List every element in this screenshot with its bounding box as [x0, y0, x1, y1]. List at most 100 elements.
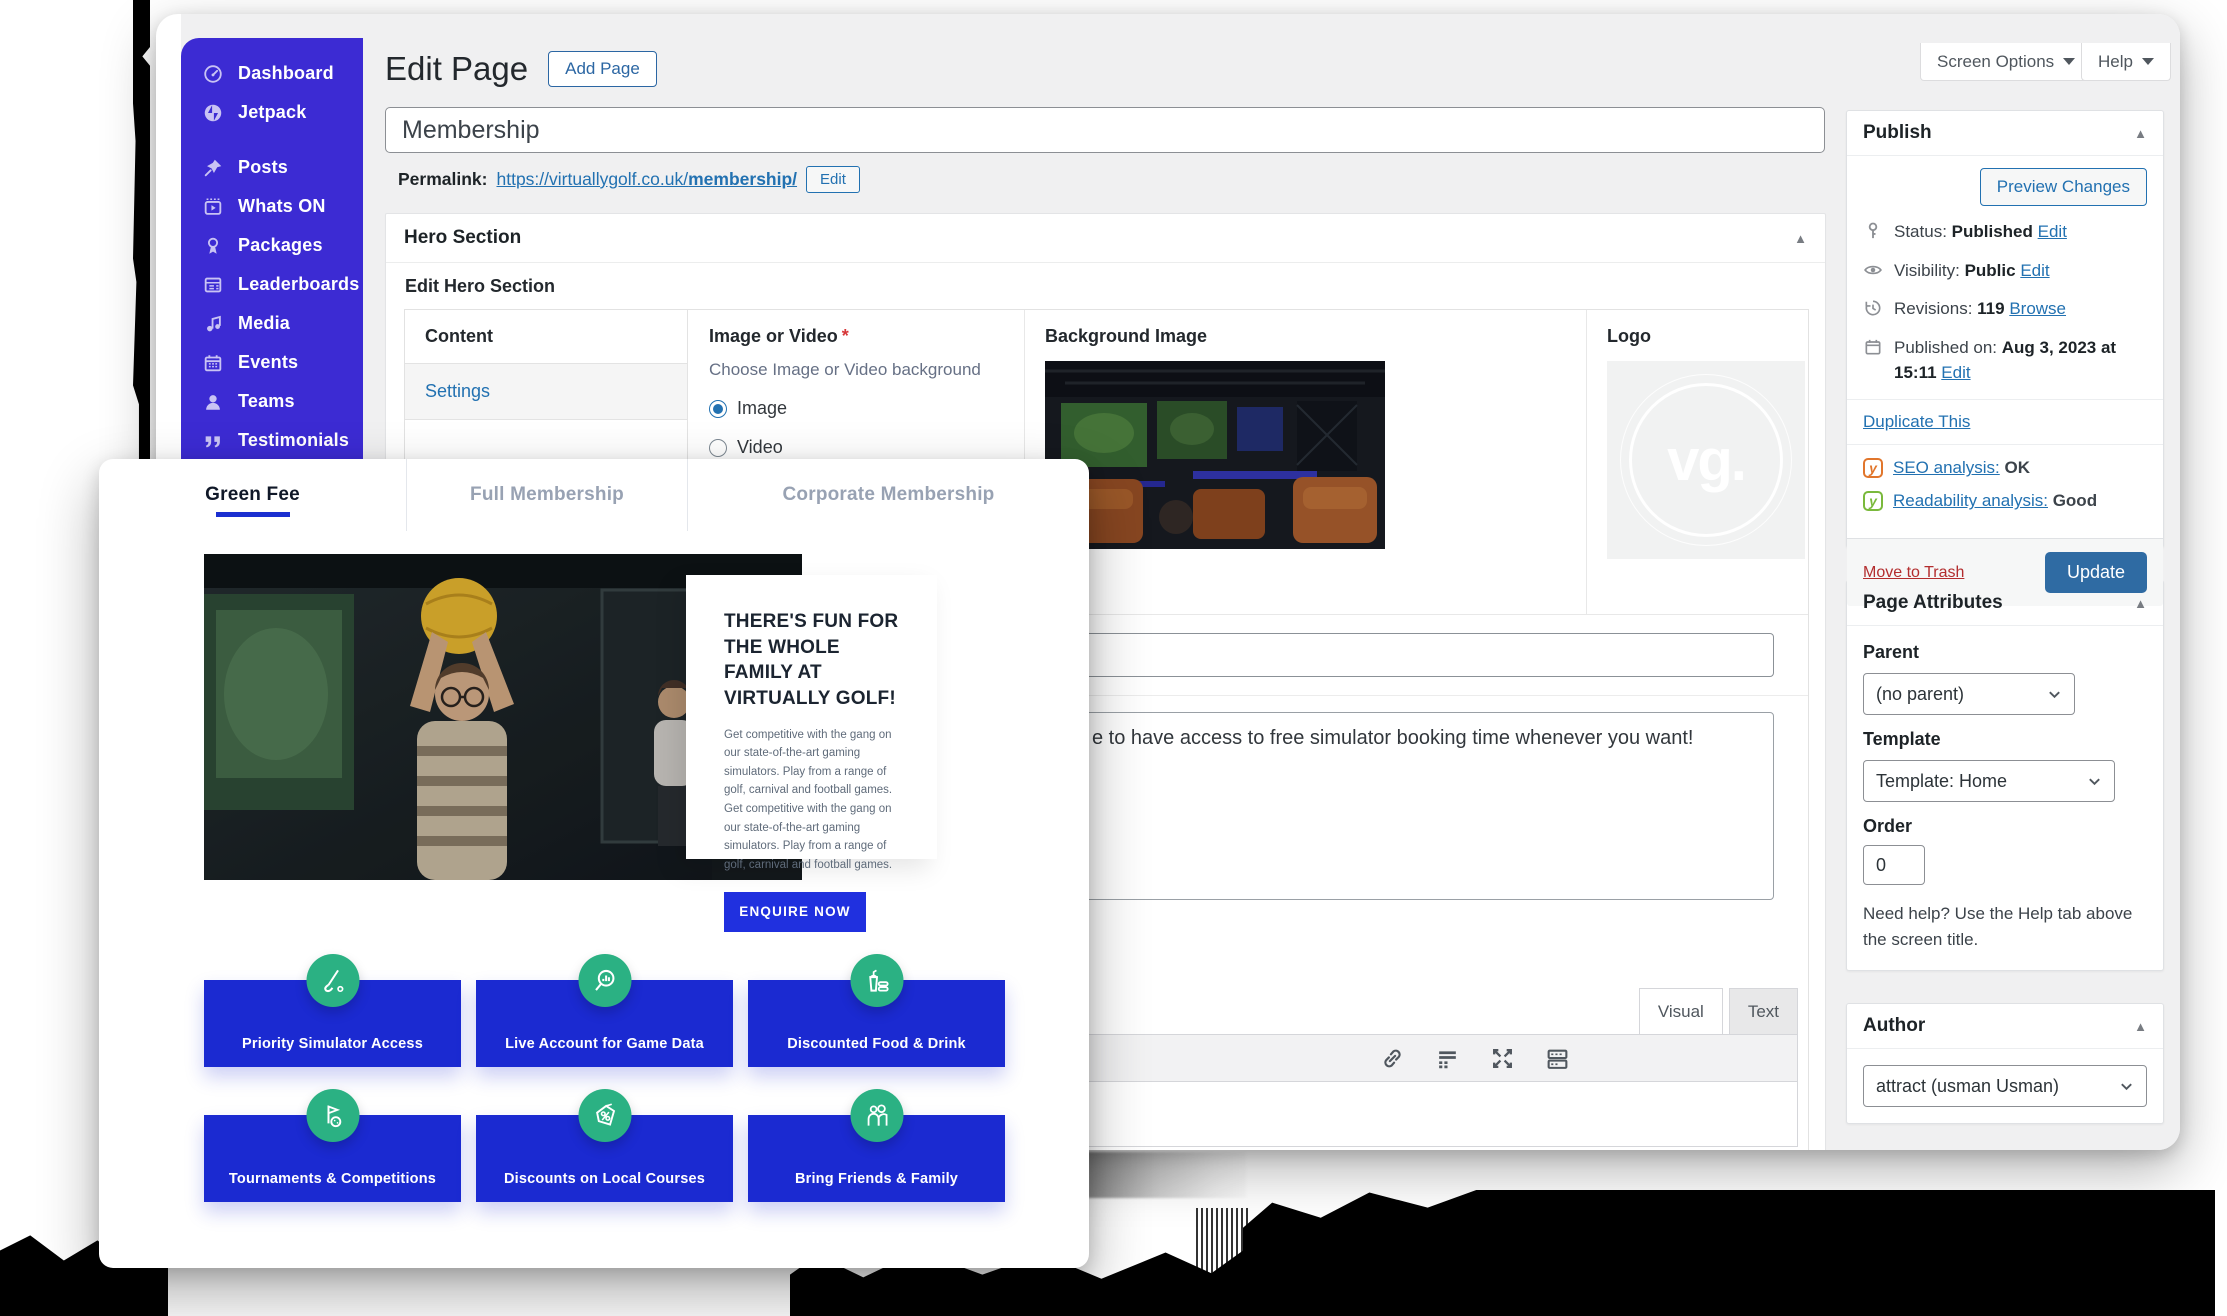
author-select[interactable]: attract (usman Usman) — [1863, 1065, 2147, 1107]
sidebar-item-posts[interactable]: Posts — [181, 148, 363, 187]
chevron-down-icon — [2063, 58, 2075, 65]
tab-text[interactable]: Text — [1729, 988, 1798, 1034]
row-value: Published — [1952, 222, 2033, 241]
parent-select[interactable]: (no parent) — [1863, 673, 2075, 715]
sidebar-item-events[interactable]: Events — [181, 343, 363, 382]
benefit-tournaments[interactable]: Tournaments & Competitions — [204, 1089, 461, 1202]
page-attributes-title: Page Attributes — [1863, 592, 2003, 614]
benefit-priority-simulator-access[interactable]: Priority Simulator Access — [204, 954, 461, 1067]
sidebar-item-packages[interactable]: Packages — [181, 226, 363, 265]
hero-section-header[interactable]: Hero Section ▲ — [386, 214, 1825, 263]
sidebar-item-testimonials[interactable]: Testimonials — [181, 421, 363, 460]
tab-green-fee[interactable]: Green Fee — [99, 459, 406, 531]
radio-option-video[interactable]: Video — [709, 437, 1004, 458]
visibility-row: Visibility: Public Edit — [1863, 259, 2147, 284]
radio-option-image[interactable]: Image — [709, 398, 1004, 419]
duplicate-this-link[interactable]: Duplicate This — [1863, 412, 1970, 431]
radio-unselected-icon[interactable] — [709, 439, 727, 457]
collapse-arrow-icon[interactable]: ▲ — [2134, 126, 2147, 141]
published-on-row: Published on: Aug 3, 2023 at 15:11 Edit — [1863, 336, 2147, 385]
simulator-lounge-art — [1045, 361, 1385, 549]
page-title-input[interactable] — [385, 107, 1825, 153]
chevron-down-icon — [2087, 774, 2102, 789]
tab-full-membership[interactable]: Full Membership — [406, 459, 687, 531]
page-attributes-body: Parent (no parent) Template Template: Ho… — [1847, 626, 2163, 970]
more-tag-icon[interactable] — [1435, 1046, 1460, 1071]
collapse-arrow-icon[interactable]: ▲ — [1794, 231, 1807, 246]
author-header[interactable]: Author ▲ — [1847, 1004, 2163, 1049]
permalink-row: Permalink: https://virtuallygolf.co.uk/m… — [398, 166, 860, 193]
tab-corporate-membership[interactable]: Corporate Membership — [687, 459, 1089, 531]
publish-header[interactable]: Publish ▲ — [1847, 111, 2163, 156]
sidebar-item-media[interactable]: Media — [181, 304, 363, 343]
tab-visual[interactable]: Visual — [1639, 988, 1723, 1034]
page-title: Edit Page — [385, 50, 528, 88]
benefit-live-account[interactable]: Live Account for Game Data — [476, 954, 733, 1067]
vg-logo: vg. — [1629, 383, 1783, 537]
benefit-friends-family[interactable]: Bring Friends & Family — [748, 1089, 1005, 1202]
benefit-discounted-food-drink[interactable]: Discounted Food & Drink — [748, 954, 1005, 1067]
preview-changes-button[interactable]: Preview Changes — [1980, 168, 2147, 206]
revisions-icon — [1863, 298, 1883, 318]
link-icon[interactable] — [1380, 1046, 1405, 1071]
collapse-arrow-icon[interactable]: ▲ — [2134, 596, 2147, 611]
sidebar-item-dashboard[interactable]: Dashboard — [181, 54, 363, 93]
template-select[interactable]: Template: Home — [1863, 760, 2115, 802]
browse-link[interactable]: Browse — [2009, 299, 2066, 318]
seo-analysis-link[interactable]: SEO analysis: — [1893, 458, 2000, 477]
enquire-now-button[interactable]: ENQUIRE NOW — [724, 892, 866, 932]
golf-club-icon — [306, 954, 359, 1007]
toolbar-toggle-icon[interactable] — [1545, 1046, 1570, 1071]
author-panel: Author ▲ attract (usman Usman) — [1846, 1003, 2164, 1124]
move-to-trash-link[interactable]: Move to Trash — [1863, 564, 1964, 582]
publish-title: Publish — [1863, 122, 1932, 144]
benefit-label: Discounted Food & Drink — [787, 1036, 966, 1052]
row-label: Published on: — [1894, 338, 1997, 357]
grunge-dither — [1196, 1208, 1248, 1316]
benefit-label: Bring Friends & Family — [795, 1171, 958, 1187]
add-page-button[interactable]: Add Page — [548, 51, 657, 87]
sidebar-item-teams[interactable]: Teams — [181, 382, 363, 421]
benefit-local-courses[interactable]: Discounts on Local Courses — [476, 1089, 733, 1202]
eye-icon — [1863, 260, 1883, 280]
fullscreen-icon[interactable] — [1490, 1046, 1515, 1071]
update-button[interactable]: Update — [2045, 552, 2147, 593]
edit-hero-section-label: Edit Hero Section — [405, 276, 555, 297]
collapse-arrow-icon[interactable]: ▲ — [2134, 1019, 2147, 1034]
grunge-left-strip — [133, 0, 150, 470]
background-image-thumbnail[interactable] — [1045, 361, 1385, 549]
row-value: Public — [1965, 261, 2016, 280]
sidebar-item-jetpack[interactable]: Jetpack — [181, 93, 363, 132]
logo-thumbnail[interactable]: vg. — [1607, 361, 1805, 559]
sidebar-item-label: Posts — [238, 157, 288, 178]
readability-analysis-link[interactable]: Readability analysis: — [1893, 491, 2048, 510]
order-input[interactable] — [1863, 845, 1925, 885]
award-icon — [202, 235, 224, 257]
radio-selected-icon[interactable] — [709, 400, 727, 418]
permalink-edit-button[interactable]: Edit — [806, 166, 860, 193]
edit-link[interactable]: Edit — [2038, 222, 2067, 241]
active-tab-underline — [216, 512, 290, 517]
screen-options-tab[interactable]: Screen Options — [1920, 43, 2092, 81]
sidebar-item-label: Leaderboards — [238, 274, 359, 295]
permalink-slug: membership/ — [688, 169, 797, 189]
permalink-link[interactable]: https://virtuallygolf.co.uk/membership/ — [496, 169, 797, 190]
sidebar-item-whats-on[interactable]: Whats ON — [181, 187, 363, 226]
acf-content-header: Content — [405, 310, 687, 364]
leaderboard-icon — [202, 274, 224, 296]
sidebar-item-label: Whats ON — [238, 196, 326, 217]
page-header: Edit Page Add Page — [385, 50, 657, 88]
benefit-label: Tournaments & Competitions — [229, 1171, 436, 1187]
edit-link[interactable]: Edit — [2020, 261, 2049, 280]
game-data-icon — [578, 954, 631, 1007]
screen-options-label: Screen Options — [1937, 52, 2054, 72]
sidebar-item-label: Jetpack — [238, 102, 306, 123]
acf-settings-tab[interactable]: Settings — [405, 364, 687, 420]
jetpack-icon — [202, 102, 224, 124]
edit-link[interactable]: Edit — [1941, 363, 1970, 382]
help-tab[interactable]: Help — [2081, 43, 2171, 81]
required-mark: * — [842, 326, 849, 346]
sidebar-item-leaderboards[interactable]: Leaderboards — [181, 265, 363, 304]
parent-label: Parent — [1863, 642, 2147, 663]
row-value: 119 — [1977, 299, 2004, 318]
